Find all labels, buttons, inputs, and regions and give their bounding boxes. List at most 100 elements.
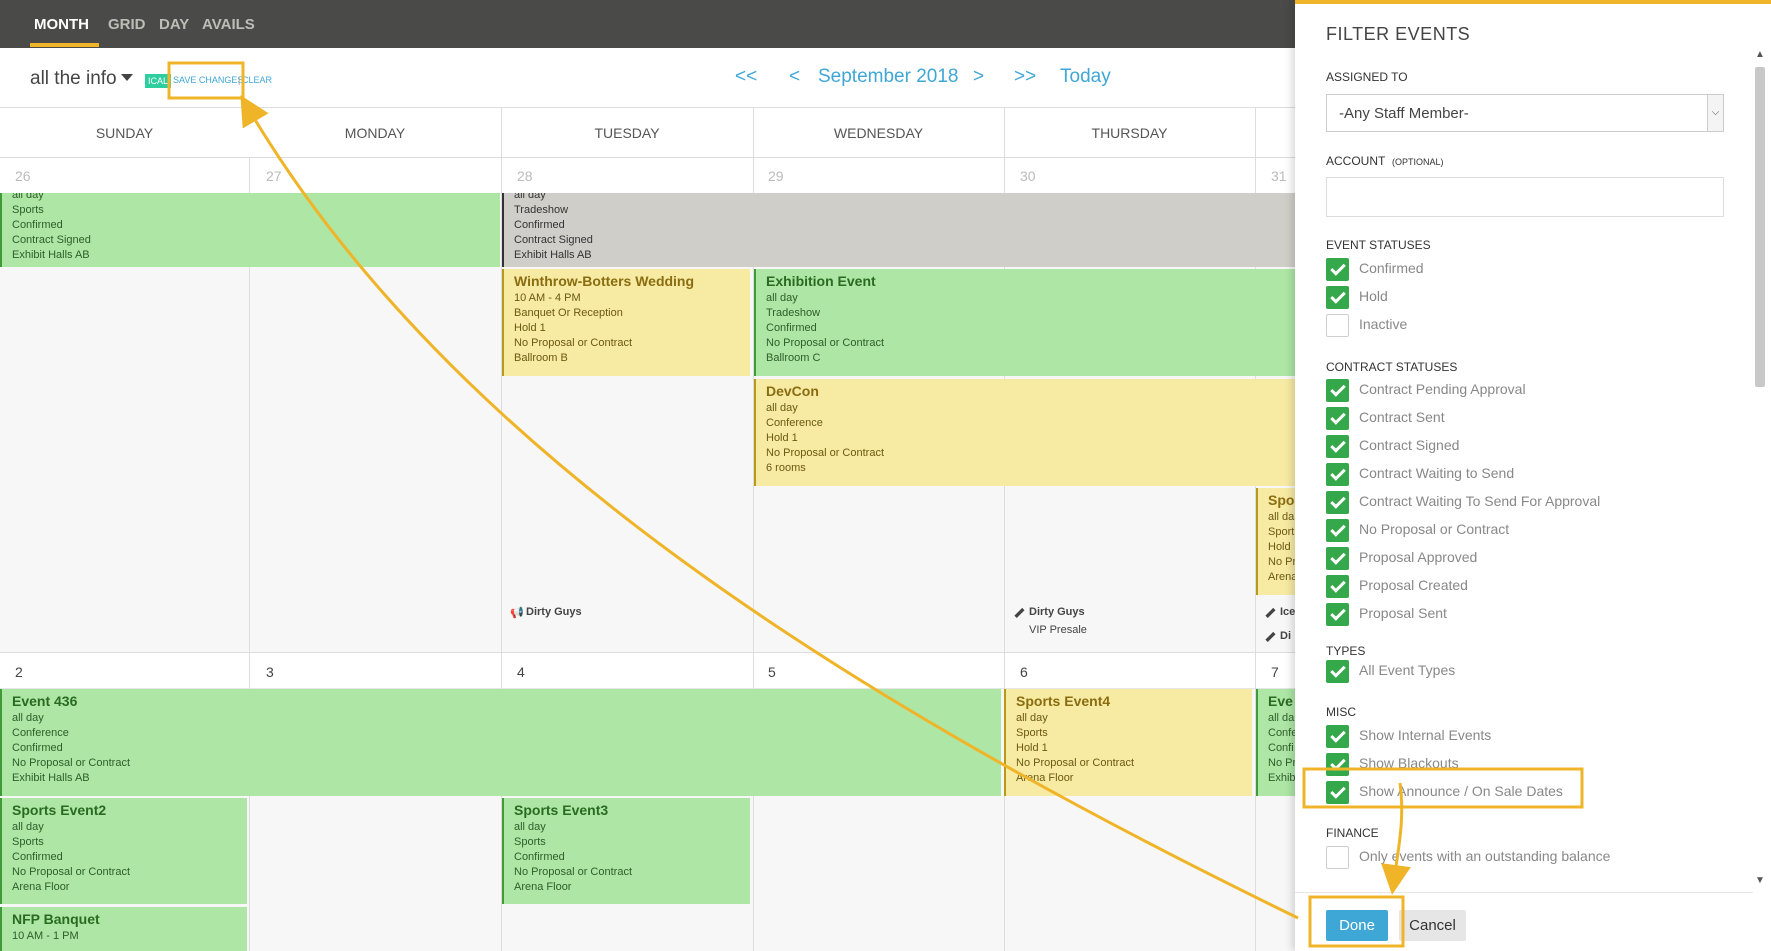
cancel-button[interactable]: Cancel (1399, 910, 1466, 941)
event-time: all day (12, 193, 44, 201)
event-room: Arena Floor (514, 881, 572, 893)
day-number[interactable]: 31 (1271, 168, 1287, 184)
day-number[interactable]: 26 (15, 168, 31, 184)
checkbox-checked-icon (1326, 547, 1349, 570)
checkbox-label: Contract Sent (1359, 409, 1445, 425)
event-sports-partial[interactable]: Spo all da Sport Hold No Pr Arena (1256, 488, 1295, 595)
event-contract: Contract Signed (12, 234, 91, 246)
event-nfp-banquet[interactable]: NFP Banquet 10 AM - 1 PM (0, 907, 247, 951)
event-type: Conference (766, 417, 823, 429)
checkbox-checked-icon (1326, 379, 1349, 402)
event-sports-event3[interactable]: Sports Event3 all day Sports Confirmed N… (502, 798, 750, 904)
checkbox-unchecked-icon (1326, 314, 1349, 337)
event-436[interactable]: Event 436 all day Conference Confirmed N… (0, 689, 1001, 796)
checkbox-label: Hold (1359, 288, 1388, 304)
checkbox-checked-icon (1326, 286, 1349, 309)
prev-month-button[interactable]: < (789, 66, 800, 88)
event-type: Confe (1268, 727, 1295, 739)
event-winthrow-botters-wedding[interactable]: Winthrow-Botters Wedding 10 AM - 4 PM Ba… (502, 269, 750, 376)
panel-scrollbar[interactable]: ▲ ▼ (1753, 49, 1767, 889)
event-type: Tradeshow (514, 204, 569, 216)
day-number[interactable]: 29 (768, 168, 784, 184)
event-sports-event4[interactable]: Sports Event4 all day Sports Hold 1 No P… (1004, 689, 1252, 796)
day-number[interactable]: 5 (768, 664, 776, 680)
scrollbar-thumb[interactable] (1755, 67, 1765, 387)
event-contract: No Pr (1268, 757, 1295, 769)
event-type: Sports (1016, 727, 1048, 739)
event-status: Confirmed (766, 322, 817, 334)
tab-month[interactable]: MONTH (34, 16, 89, 33)
checkbox-label: Only events with an outstanding balance (1359, 848, 1611, 864)
event-contract: No Proposal or Contract (766, 447, 884, 459)
event-status: Confirmed (12, 219, 63, 231)
event-status: Confirmed (514, 851, 565, 863)
event-sports-continued[interactable]: all day Sports Confirmed Contract Signed… (0, 193, 500, 267)
checkbox-checked-icon (1326, 491, 1349, 514)
dow-thursday: THURSDAY (1091, 125, 1168, 141)
event-contract: No Proposal or Contract (514, 337, 632, 349)
assigned-to-value: -Any Staff Member- (1339, 105, 1469, 122)
ical-badge[interactable]: ICAL (145, 74, 172, 88)
event-title: Winthrow-Botters Wedding (514, 273, 695, 289)
day-number[interactable]: 7 (1271, 664, 1279, 680)
checkbox-label: Contract Pending Approval (1359, 381, 1526, 397)
top-nav: MONTH GRID DAY AVAILS (0, 0, 1295, 48)
assigned-to-label: ASSIGNED TO (1326, 70, 1408, 84)
day-number[interactable]: 4 (517, 664, 525, 680)
announce-sublabel: VIP Presale (1029, 624, 1087, 636)
event-exhibition[interactable]: Exhibition Event all day Tradeshow Confi… (754, 269, 1295, 376)
save-changes-link[interactable]: SAVE CHANGES (173, 75, 243, 85)
checkbox-checked-icon (1326, 407, 1349, 430)
scroll-up-icon[interactable]: ▲ (1755, 49, 1765, 60)
account-label-text: ACCOUNT (1326, 154, 1386, 168)
event-contract: No Proposal or Contract (1016, 757, 1134, 769)
checkbox-label: Proposal Approved (1359, 549, 1478, 565)
checkbox-checked-icon (1326, 435, 1349, 458)
last-period-button[interactable]: >> (1014, 66, 1036, 88)
chevron-down-icon: ⌵ (1707, 95, 1723, 131)
day-number[interactable]: 2 (15, 664, 23, 680)
event-type: Tradeshow (766, 307, 821, 319)
next-month-button[interactable]: > (973, 66, 984, 88)
tab-grid[interactable]: GRID (108, 16, 146, 33)
clear-link[interactable]: CLEAR (242, 75, 272, 85)
event-title: Spo (1268, 492, 1295, 508)
event-contract: Contract Signed (514, 234, 593, 246)
event-type: Sports (12, 836, 44, 848)
tab-day[interactable]: DAY (159, 16, 189, 33)
event-partial-friday[interactable]: Eve all da Confe Confi No Pr Exhib (1256, 689, 1295, 796)
event-tradeshow-continued[interactable]: all day Tradeshow Confirmed Contract Sig… (502, 193, 1295, 267)
done-button[interactable]: Done (1326, 910, 1388, 941)
calendar-selector[interactable]: all the info (30, 68, 133, 90)
day-number[interactable]: 27 (266, 168, 282, 184)
checkbox-checked-icon (1326, 753, 1349, 776)
event-title: Eve (1268, 693, 1293, 709)
current-month-label[interactable]: September 2018 (818, 66, 959, 88)
contract-statuses-label: CONTRACT STATUSES (1326, 360, 1458, 374)
event-contract: No Pr (1268, 556, 1295, 568)
assigned-to-select[interactable]: -Any Staff Member- ⌵ (1326, 94, 1724, 132)
today-button[interactable]: Today (1060, 66, 1111, 88)
first-period-button[interactable]: << (735, 66, 757, 88)
day-number[interactable]: 3 (266, 664, 274, 680)
event-room: 6 rooms (766, 462, 806, 474)
event-status: Hold 1 (766, 432, 798, 444)
event-devcon[interactable]: DevCon all day Conference Hold 1 No Prop… (754, 379, 1295, 486)
tab-avails[interactable]: AVAILS (202, 16, 255, 33)
day-number[interactable]: 6 (1020, 664, 1028, 680)
event-sports-event2[interactable]: Sports Event2 all day Sports Confirmed N… (0, 798, 247, 904)
event-room: Exhib (1268, 772, 1295, 784)
day-number[interactable]: 30 (1020, 168, 1036, 184)
account-input[interactable] (1326, 177, 1724, 217)
announce-label: Ice (1280, 606, 1296, 618)
event-room: Exhibit Halls AB (12, 772, 90, 784)
event-status: Hold 1 (514, 322, 546, 334)
event-title: Sports Event4 (1016, 693, 1111, 709)
scroll-down-icon[interactable]: ▼ (1755, 875, 1765, 886)
checkbox-checked-icon (1326, 519, 1349, 542)
day-number[interactable]: 28 (517, 168, 533, 184)
filter-events-panel: FILTER EVENTS ASSIGNED TO -Any Staff Mem… (1295, 0, 1771, 951)
calendar-app: MONTH GRID DAY AVAILS all the info ICAL … (0, 0, 1771, 951)
event-contract: No Proposal or Contract (514, 866, 632, 878)
account-label: ACCOUNT (OPTIONAL) (1326, 154, 1444, 168)
